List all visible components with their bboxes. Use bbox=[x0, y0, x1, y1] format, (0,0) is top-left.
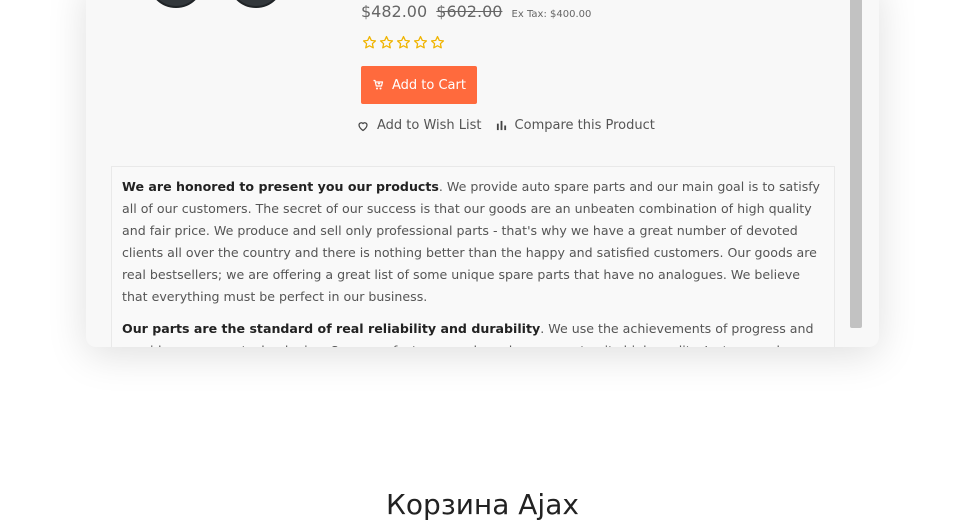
product-price: $482.00 $602.00 Ex Tax: $400.00 bbox=[361, 2, 591, 21]
description-lead: Our parts are the standard of real relia… bbox=[122, 321, 541, 336]
description-paragraph: We are honored to present you our produc… bbox=[112, 176, 834, 308]
heart-icon bbox=[358, 121, 368, 131]
compare-product-link[interactable]: Compare this Product bbox=[496, 118, 655, 133]
compare-label: Compare this Product bbox=[514, 118, 655, 133]
wheel-icon bbox=[228, 0, 284, 8]
product-actions: Add to Wish List Compare this Product bbox=[357, 118, 655, 133]
description-lead: We are honored to present you our produc… bbox=[122, 179, 439, 194]
add-to-cart-label: Add to Cart bbox=[392, 77, 466, 93]
wheel-icon bbox=[148, 0, 204, 8]
section-title: Корзина Ajax bbox=[386, 488, 579, 521]
price-tax: Ex Tax: $400.00 bbox=[511, 9, 592, 20]
star-icon bbox=[396, 35, 411, 49]
star-icon bbox=[430, 35, 445, 49]
product-description: We are honored to present you our produc… bbox=[111, 166, 835, 347]
price-old: $602.00 bbox=[436, 2, 503, 21]
description-paragraph: Our parts are the standard of real relia… bbox=[112, 318, 834, 347]
price-new: $482.00 bbox=[361, 2, 428, 21]
bar-chart-icon bbox=[496, 120, 506, 131]
star-icon bbox=[379, 35, 394, 49]
rating-stars bbox=[362, 35, 445, 50]
quick-view-modal: $482.00 $602.00 Ex Tax: $400.00 Add to C… bbox=[86, 0, 879, 347]
star-icon bbox=[362, 35, 377, 49]
product-image[interactable] bbox=[148, 0, 298, 16]
modal-scrollbar[interactable] bbox=[850, 0, 862, 328]
star-icon bbox=[413, 35, 428, 49]
wishlist-label: Add to Wish List bbox=[377, 118, 482, 133]
add-to-cart-button[interactable]: Add to Cart bbox=[361, 66, 477, 104]
add-to-wishlist-link[interactable]: Add to Wish List bbox=[357, 118, 482, 133]
description-text: . We provide auto spare parts and our ma… bbox=[122, 179, 820, 304]
cart-plus-icon bbox=[372, 79, 384, 91]
